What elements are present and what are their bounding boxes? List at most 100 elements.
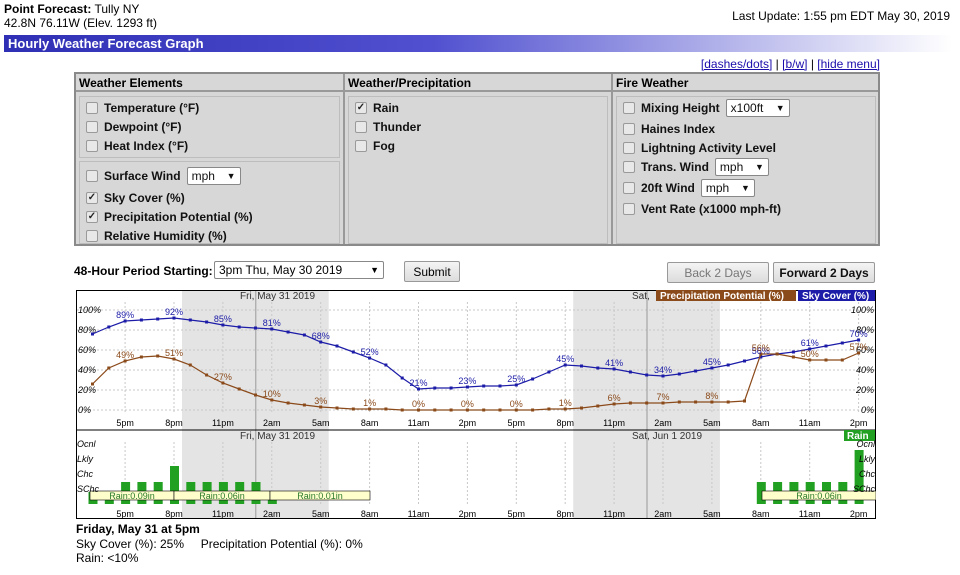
- checkbox[interactable]: [355, 121, 367, 133]
- precip-potential-label: 0%: [510, 399, 523, 409]
- option-fog[interactable]: Fog: [355, 138, 395, 154]
- option-label: Temperature (°F): [104, 101, 200, 115]
- checkbox[interactable]: [623, 123, 635, 135]
- sky-cover-label: 41%: [605, 358, 623, 368]
- precip-potential-point: [824, 358, 828, 362]
- sky-cover-point: [254, 326, 257, 330]
- link-separator: |: [810, 57, 814, 71]
- sky-cover-label: 68%: [312, 331, 330, 341]
- checkbox-checked[interactable]: ✓: [355, 102, 367, 114]
- x-tick-label: 11am: [408, 509, 430, 519]
- weather-precip-column: Weather/Precipitation ✓ Rain Thunder Fog: [343, 74, 611, 244]
- option-label: Thunder: [373, 120, 421, 134]
- sky-cover-point: [351, 350, 355, 354]
- sky-cover-point: [449, 386, 453, 390]
- option-dewpoint[interactable]: Dewpoint (°F): [86, 119, 181, 135]
- sky-cover-label: 25%: [507, 374, 525, 384]
- option-lightning[interactable]: Lightning Activity Level: [623, 140, 776, 156]
- option-rain[interactable]: ✓ Rain: [355, 100, 399, 116]
- rain-total-label: Rain:0.06in: [199, 491, 245, 501]
- checkbox[interactable]: [86, 121, 98, 133]
- x-tick-label: 2pm: [850, 418, 868, 428]
- bw-link[interactable]: [b/w]: [782, 57, 807, 71]
- forecast-graph[interactable]: 100% 100%80% 80%60% 60%40% 40%20% 20%0% 0% 5pm…: [76, 290, 876, 519]
- option-label: Rain: [373, 101, 400, 115]
- x-tick-label: 8pm: [556, 418, 574, 428]
- checkbox[interactable]: [623, 161, 635, 173]
- x-tick-label: 5am: [312, 418, 330, 428]
- weather-elements-column: Weather Elements Temperature (°F) Dewpoi…: [76, 74, 343, 244]
- dashes-dots-link[interactable]: [dashes/dots]: [701, 57, 772, 71]
- sky-cover-point: [694, 369, 698, 373]
- sky-cover-label: 34%: [654, 365, 672, 375]
- checkbox-checked[interactable]: ✓: [86, 211, 98, 223]
- checkbox-checked[interactable]: ✓: [86, 192, 98, 204]
- submit-button[interactable]: Submit: [404, 261, 460, 282]
- surface-wind-unit-select[interactable]: mph ▼: [186, 167, 241, 185]
- option-precip-potential[interactable]: ✓ Precipitation Potential (%): [86, 209, 253, 225]
- x-tick-label: 11pm: [603, 509, 625, 519]
- option-sky-cover[interactable]: ✓ Sky Cover (%): [86, 190, 185, 206]
- option-20ft-wind[interactable]: 20ft Wind mph ▼: [623, 179, 755, 197]
- precip-potential-point: [139, 355, 143, 359]
- period-start-select[interactable]: 3pm Thu, May 30 2019 ▼: [214, 261, 384, 279]
- y-tick-label: 40%: [78, 365, 96, 375]
- x-tick-label: 8pm: [165, 418, 183, 428]
- checkbox[interactable]: [623, 142, 635, 154]
- trans-wind-unit-select[interactable]: mph ▼: [714, 158, 769, 176]
- sky-cover-point: [498, 384, 502, 388]
- option-surface-wind[interactable]: Surface Wind mph ▼: [86, 167, 241, 185]
- precip-potential-point: [498, 408, 502, 412]
- sky-cover-label: 52%: [361, 347, 379, 357]
- option-trans-wind[interactable]: Trans. Wind mph ▼: [623, 158, 769, 176]
- checkbox[interactable]: [623, 102, 635, 114]
- option-relative-humidity[interactable]: Relative Humidity (%): [86, 228, 227, 244]
- checkbox[interactable]: [86, 140, 98, 152]
- checkbox[interactable]: [623, 203, 635, 215]
- chevron-down-icon: ▼: [740, 183, 750, 193]
- option-label: Relative Humidity (%): [104, 229, 227, 243]
- option-thunder[interactable]: Thunder: [355, 119, 421, 135]
- weather-elements-panel-top: Temperature (°F) Dewpoint (°F) Heat Inde…: [79, 96, 340, 158]
- back-2-days-button[interactable]: Back 2 Days: [667, 262, 769, 283]
- option-haines-index[interactable]: Haines Index: [623, 121, 715, 137]
- forward-2-days-button[interactable]: Forward 2 Days: [773, 262, 875, 283]
- precip-potential-label: 49%: [116, 350, 134, 360]
- option-label: 20ft Wind: [641, 181, 695, 195]
- checkbox[interactable]: [355, 140, 367, 152]
- 20ft-wind-unit-select[interactable]: mph ▼: [700, 179, 755, 197]
- y-tick-label: 20%: [77, 385, 96, 395]
- precip-potential-point: [694, 400, 698, 404]
- precip-potential-point: [156, 354, 160, 358]
- mixing-height-unit-select[interactable]: x100ft ▼: [725, 99, 790, 117]
- option-vent-rate[interactable]: Vent Rate (x1000 mph-ft): [623, 201, 781, 217]
- y-tick-label-right: 0%: [861, 405, 874, 415]
- x-tick-label: 5pm: [116, 509, 134, 519]
- precip-potential-label: 57%: [850, 342, 868, 352]
- precip-potential-label: 3%: [314, 396, 327, 406]
- precip-potential-point: [449, 408, 453, 412]
- legend-precip: Precipitation Potential (%): [660, 291, 784, 302]
- option-label: Mixing Height: [641, 101, 720, 115]
- fire-weather-header: Fire Weather: [613, 74, 878, 92]
- precip-potential-point: [482, 408, 486, 412]
- sky-cover-point: [400, 376, 404, 380]
- sky-cover-point: [743, 359, 746, 363]
- option-temperature[interactable]: Temperature (°F): [86, 100, 199, 116]
- precip-potential-label: 8%: [705, 391, 718, 401]
- option-heat-index[interactable]: Heat Index (°F): [86, 138, 188, 154]
- hide-menu-link[interactable]: [hide menu]: [817, 57, 880, 71]
- option-mixing-height[interactable]: Mixing Height x100ft ▼: [623, 99, 790, 117]
- y-tick-label: 100%: [78, 305, 101, 315]
- checkbox[interactable]: [86, 102, 98, 114]
- sky-cover-point: [335, 344, 339, 348]
- option-label: Surface Wind: [104, 169, 181, 183]
- checkbox[interactable]: [86, 230, 98, 242]
- sky-cover-point: [596, 366, 600, 370]
- location-name: Tully NY: [94, 2, 140, 16]
- precip-potential-point: [596, 404, 600, 408]
- rain-level-ocnl: Ocnl: [77, 439, 97, 449]
- precip-potential-label: 56%: [752, 343, 770, 353]
- checkbox[interactable]: [623, 182, 635, 194]
- checkbox[interactable]: [86, 170, 98, 182]
